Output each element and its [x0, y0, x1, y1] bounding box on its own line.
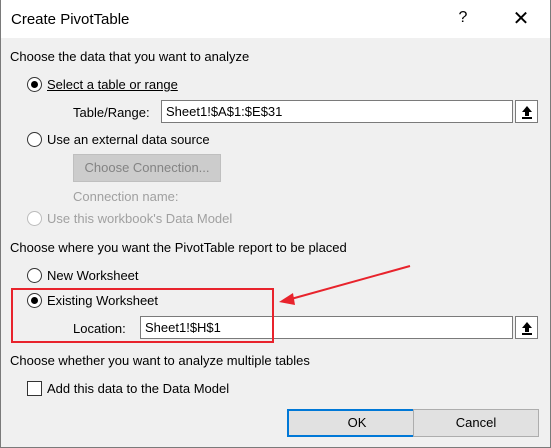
annotation-arrow-icon: [279, 265, 411, 305]
create-pivottable-dialog: Create PivotTable ? ✕ Choose the data th…: [0, 0, 551, 448]
